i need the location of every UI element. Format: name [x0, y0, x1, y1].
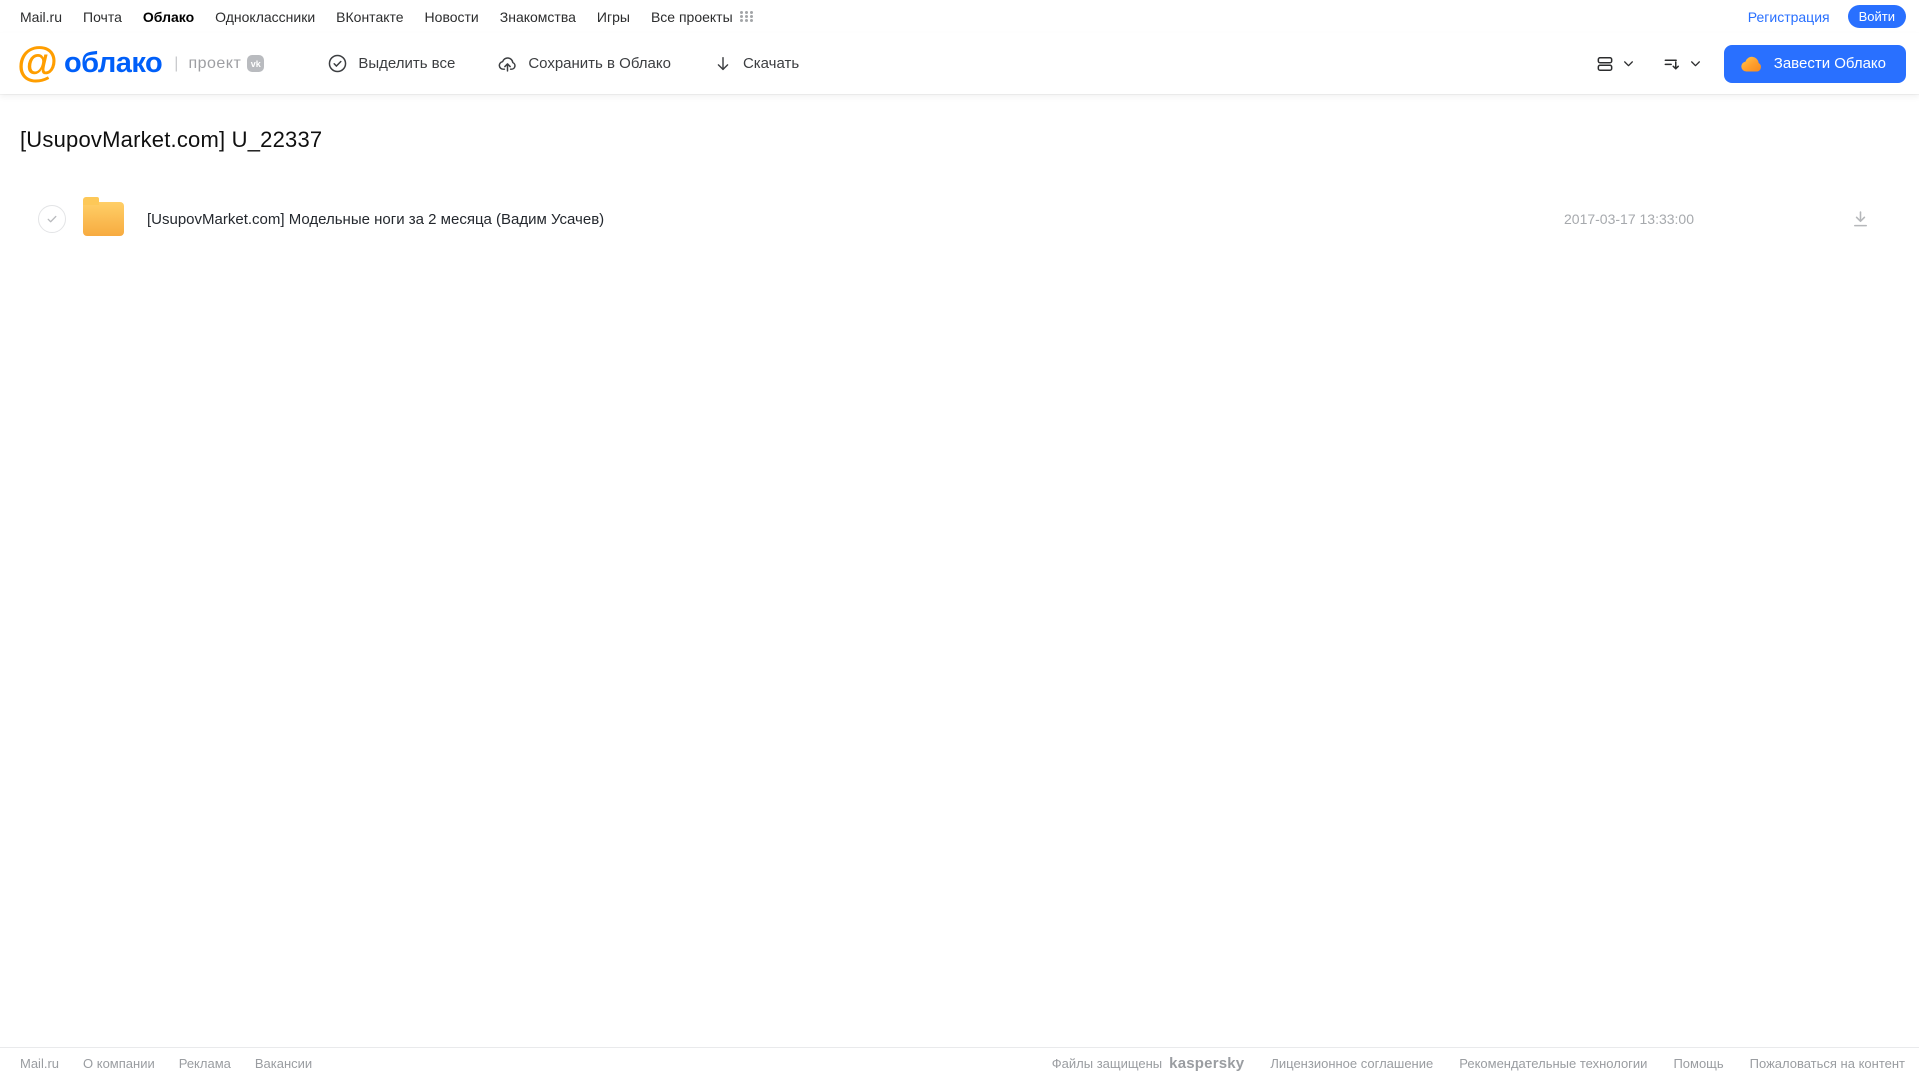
- all-projects-grid-icon[interactable]: [739, 11, 754, 22]
- chevron-down-icon: [1689, 57, 1702, 70]
- file-list: [UsupovMarket.com] Модельные ноги за 2 м…: [20, 193, 1899, 245]
- portal-link-news[interactable]: Новости: [425, 9, 479, 25]
- download-arrow-icon: [713, 54, 733, 74]
- portal-link-all-projects[interactable]: Все проекты: [651, 9, 733, 25]
- protected-label: Файлы защищены: [1051, 1056, 1163, 1071]
- portal-nav: Mail.ru Почта Облако Одноклассники ВКонт…: [0, 0, 1919, 33]
- divider: |: [174, 54, 179, 72]
- view-mode-dropdown[interactable]: [1595, 54, 1635, 74]
- list-view-icon: [1595, 54, 1615, 74]
- folder-icon: [83, 197, 124, 236]
- footer-link-recommendation-tech[interactable]: Рекомендательные технологии: [1459, 1056, 1647, 1071]
- portal-link-mailru[interactable]: Mail.ru: [20, 9, 62, 25]
- get-cloud-label: Завести Облако: [1773, 55, 1886, 72]
- footer-link-mailru[interactable]: Mail.ru: [20, 1056, 59, 1071]
- vk-icon: vk: [247, 55, 265, 72]
- footer-link-jobs[interactable]: Вакансии: [255, 1056, 312, 1071]
- registration-link[interactable]: Регистрация: [1748, 9, 1830, 25]
- footer-link-ads[interactable]: Реклама: [179, 1056, 231, 1071]
- chevron-down-icon: [1622, 57, 1635, 70]
- download-button[interactable]: Скачать: [713, 54, 799, 74]
- file-date: 2017-03-17 13:33:00: [1564, 211, 1694, 227]
- folder-name-link[interactable]: [UsupovMarket.com] Модельные ноги за 2 м…: [147, 211, 604, 228]
- select-all-button[interactable]: Выделить все: [327, 53, 455, 74]
- cloud-upload-icon: [497, 53, 518, 74]
- get-cloud-button[interactable]: Завести Облако: [1723, 44, 1906, 83]
- portal-link-games[interactable]: Игры: [597, 9, 630, 25]
- login-button[interactable]: Войти: [1847, 5, 1906, 28]
- cloud-icon: [1740, 55, 1764, 73]
- footer-link-license[interactable]: Лицензионное соглашение: [1270, 1056, 1433, 1071]
- mailru-at-icon: @: [17, 38, 58, 85]
- portal-link-cloud[interactable]: Облако: [143, 9, 194, 25]
- kaspersky-logo[interactable]: kaspersky: [1169, 1055, 1244, 1072]
- download-label: Скачать: [742, 55, 800, 72]
- row-download-button[interactable]: [1850, 209, 1871, 230]
- file-toolbar: Выделить все Сохранить в Облако Скачать: [327, 53, 799, 74]
- main-content: [UsupovMarket.com] U_22337 [UsupovMarket…: [0, 94, 1919, 1047]
- select-all-label: Выделить все: [358, 55, 456, 72]
- portal-link-vkontakte[interactable]: ВКонтакте: [336, 9, 403, 25]
- vk-project-tag: | проект vk: [174, 54, 265, 73]
- footer-link-report-content[interactable]: Пожаловаться на контент: [1750, 1056, 1905, 1071]
- footer-right-links: Файлы защищены kaspersky Лицензионное со…: [1052, 1055, 1905, 1072]
- portal-link-mail[interactable]: Почта: [83, 9, 122, 25]
- footer-link-about[interactable]: О компании: [83, 1056, 155, 1071]
- portal-link-dating[interactable]: Знакомства: [500, 9, 576, 25]
- row-checkbox[interactable]: [38, 205, 66, 233]
- view-controls: [1595, 54, 1702, 74]
- footer-link-help[interactable]: Помощь: [1673, 1056, 1723, 1071]
- save-to-cloud-button[interactable]: Сохранить в Облако: [497, 53, 671, 74]
- project-label: проект: [188, 54, 242, 72]
- file-row[interactable]: [UsupovMarket.com] Модельные ноги за 2 м…: [20, 193, 1899, 245]
- save-to-cloud-label: Сохранить в Облако: [528, 55, 671, 72]
- footer-left-links: Mail.ru О компании Реклама Вакансии: [20, 1056, 312, 1071]
- header: @ облако | проект vk Выделить все Сохран…: [0, 33, 1919, 94]
- sort-dropdown[interactable]: [1662, 54, 1702, 74]
- cloud-logo[interactable]: @ облако: [17, 38, 163, 85]
- sort-icon: [1662, 54, 1682, 74]
- kaspersky-protection: Файлы защищены kaspersky: [1052, 1055, 1245, 1072]
- page-title: [UsupovMarket.com] U_22337: [20, 127, 323, 152]
- portal-links: Mail.ru Почта Облако Одноклассники ВКонт…: [20, 9, 733, 25]
- footer: Mail.ru О компании Реклама Вакансии Файл…: [0, 1047, 1919, 1079]
- logo-wordmark: облако: [63, 47, 163, 79]
- portal-link-odnoklassniki[interactable]: Одноклассники: [215, 9, 315, 25]
- check-circle-icon: [327, 53, 348, 74]
